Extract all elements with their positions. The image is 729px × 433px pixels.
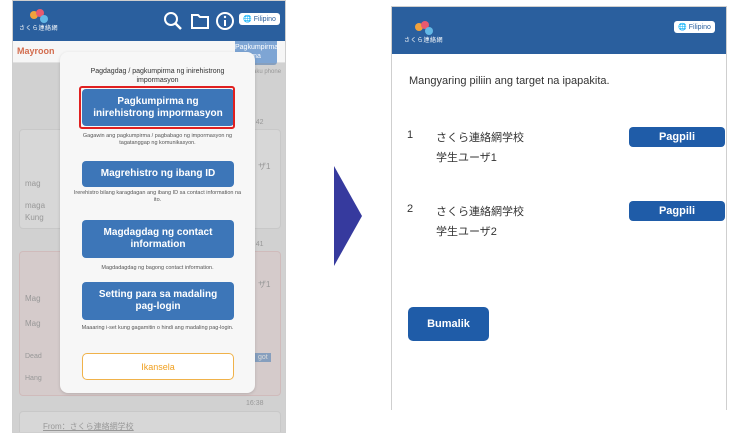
add-contact-info-button[interactable]: Magdagdag ng contact information [82,220,234,258]
target-number: 2 [407,203,414,215]
target-user: 学生ユーザ2 [436,226,497,238]
logo-mark-icon [28,9,50,23]
menu-item-description: Maaaring i-set kung gagamitin o hindi an… [81,325,234,331]
logo-text: さくら連絡網 [404,38,444,44]
language-button[interactable]: 🌐 Filipino [674,21,715,33]
select-target-button[interactable]: Pagpili [629,127,725,147]
info-icon[interactable] [215,11,235,31]
language-label: Filipino [253,15,276,23]
right-screen: さくら連絡網 🌐 Filipino Mangyaring piliin ang … [391,6,727,411]
language-label: Filipino [688,23,711,31]
target-select-panel: Mangyaring piliin ang target na ipapakit… [392,54,726,411]
target-school: さくら連絡網学校 [436,132,524,144]
back-button[interactable]: Bumalik [408,307,489,341]
target-school: さくら連絡網学校 [436,206,524,218]
cancel-button[interactable]: Ikansela [82,353,234,380]
menu-item-description: Irerehistro bilang karagdagan ang ibang … [73,190,242,203]
target-user: 学生ユーザ1 [436,152,497,164]
registration-menu: Pagdagdag / pagkumpirma ng inirehistrong… [60,52,255,393]
menu-item-description: Gagawin ang pagkumpirma / pagbabago ng i… [82,133,233,146]
target-number: 1 [407,129,414,141]
app-header: さくら連絡網 🌐 Filipino [392,7,726,54]
globe-icon: 🌐 [678,24,687,31]
register-other-id-button[interactable]: Magrehistro ng ibang ID [82,161,234,187]
app-logo: さくら連絡網 [404,21,443,44]
globe-icon: 🌐 [243,16,252,23]
select-target-prompt: Mangyaring piliin ang target na ipapakit… [409,75,610,87]
subheader-button-label: Pagkumpirma [235,44,279,51]
highlight-box [79,86,235,129]
select-target-button[interactable]: Pagpili [629,201,725,221]
logo-mark-icon [413,21,435,35]
easy-login-setting-button[interactable]: Setting para sa madaling pag-login [82,282,234,320]
subheader-name: Mayroon [17,46,55,56]
arrow-right-icon [334,166,362,266]
left-screen: さくら連絡網 🌐 Filipino Mayroon Pagkumpirma ma… [12,0,286,433]
app-header: さくら連絡網 🌐 Filipino [13,1,285,41]
search-icon[interactable] [163,11,183,31]
app-logo: さくら連絡網 [19,9,58,32]
logo-text: さくら連絡網 [19,26,59,32]
menu-title: Pagdagdag / pagkumpirma ng inirehistrong… [90,68,225,84]
language-button[interactable]: 🌐 Filipino [239,13,280,25]
folder-icon[interactable] [190,11,210,31]
menu-item-description: Magdadagdag ng bagong contact informatio… [101,265,214,271]
